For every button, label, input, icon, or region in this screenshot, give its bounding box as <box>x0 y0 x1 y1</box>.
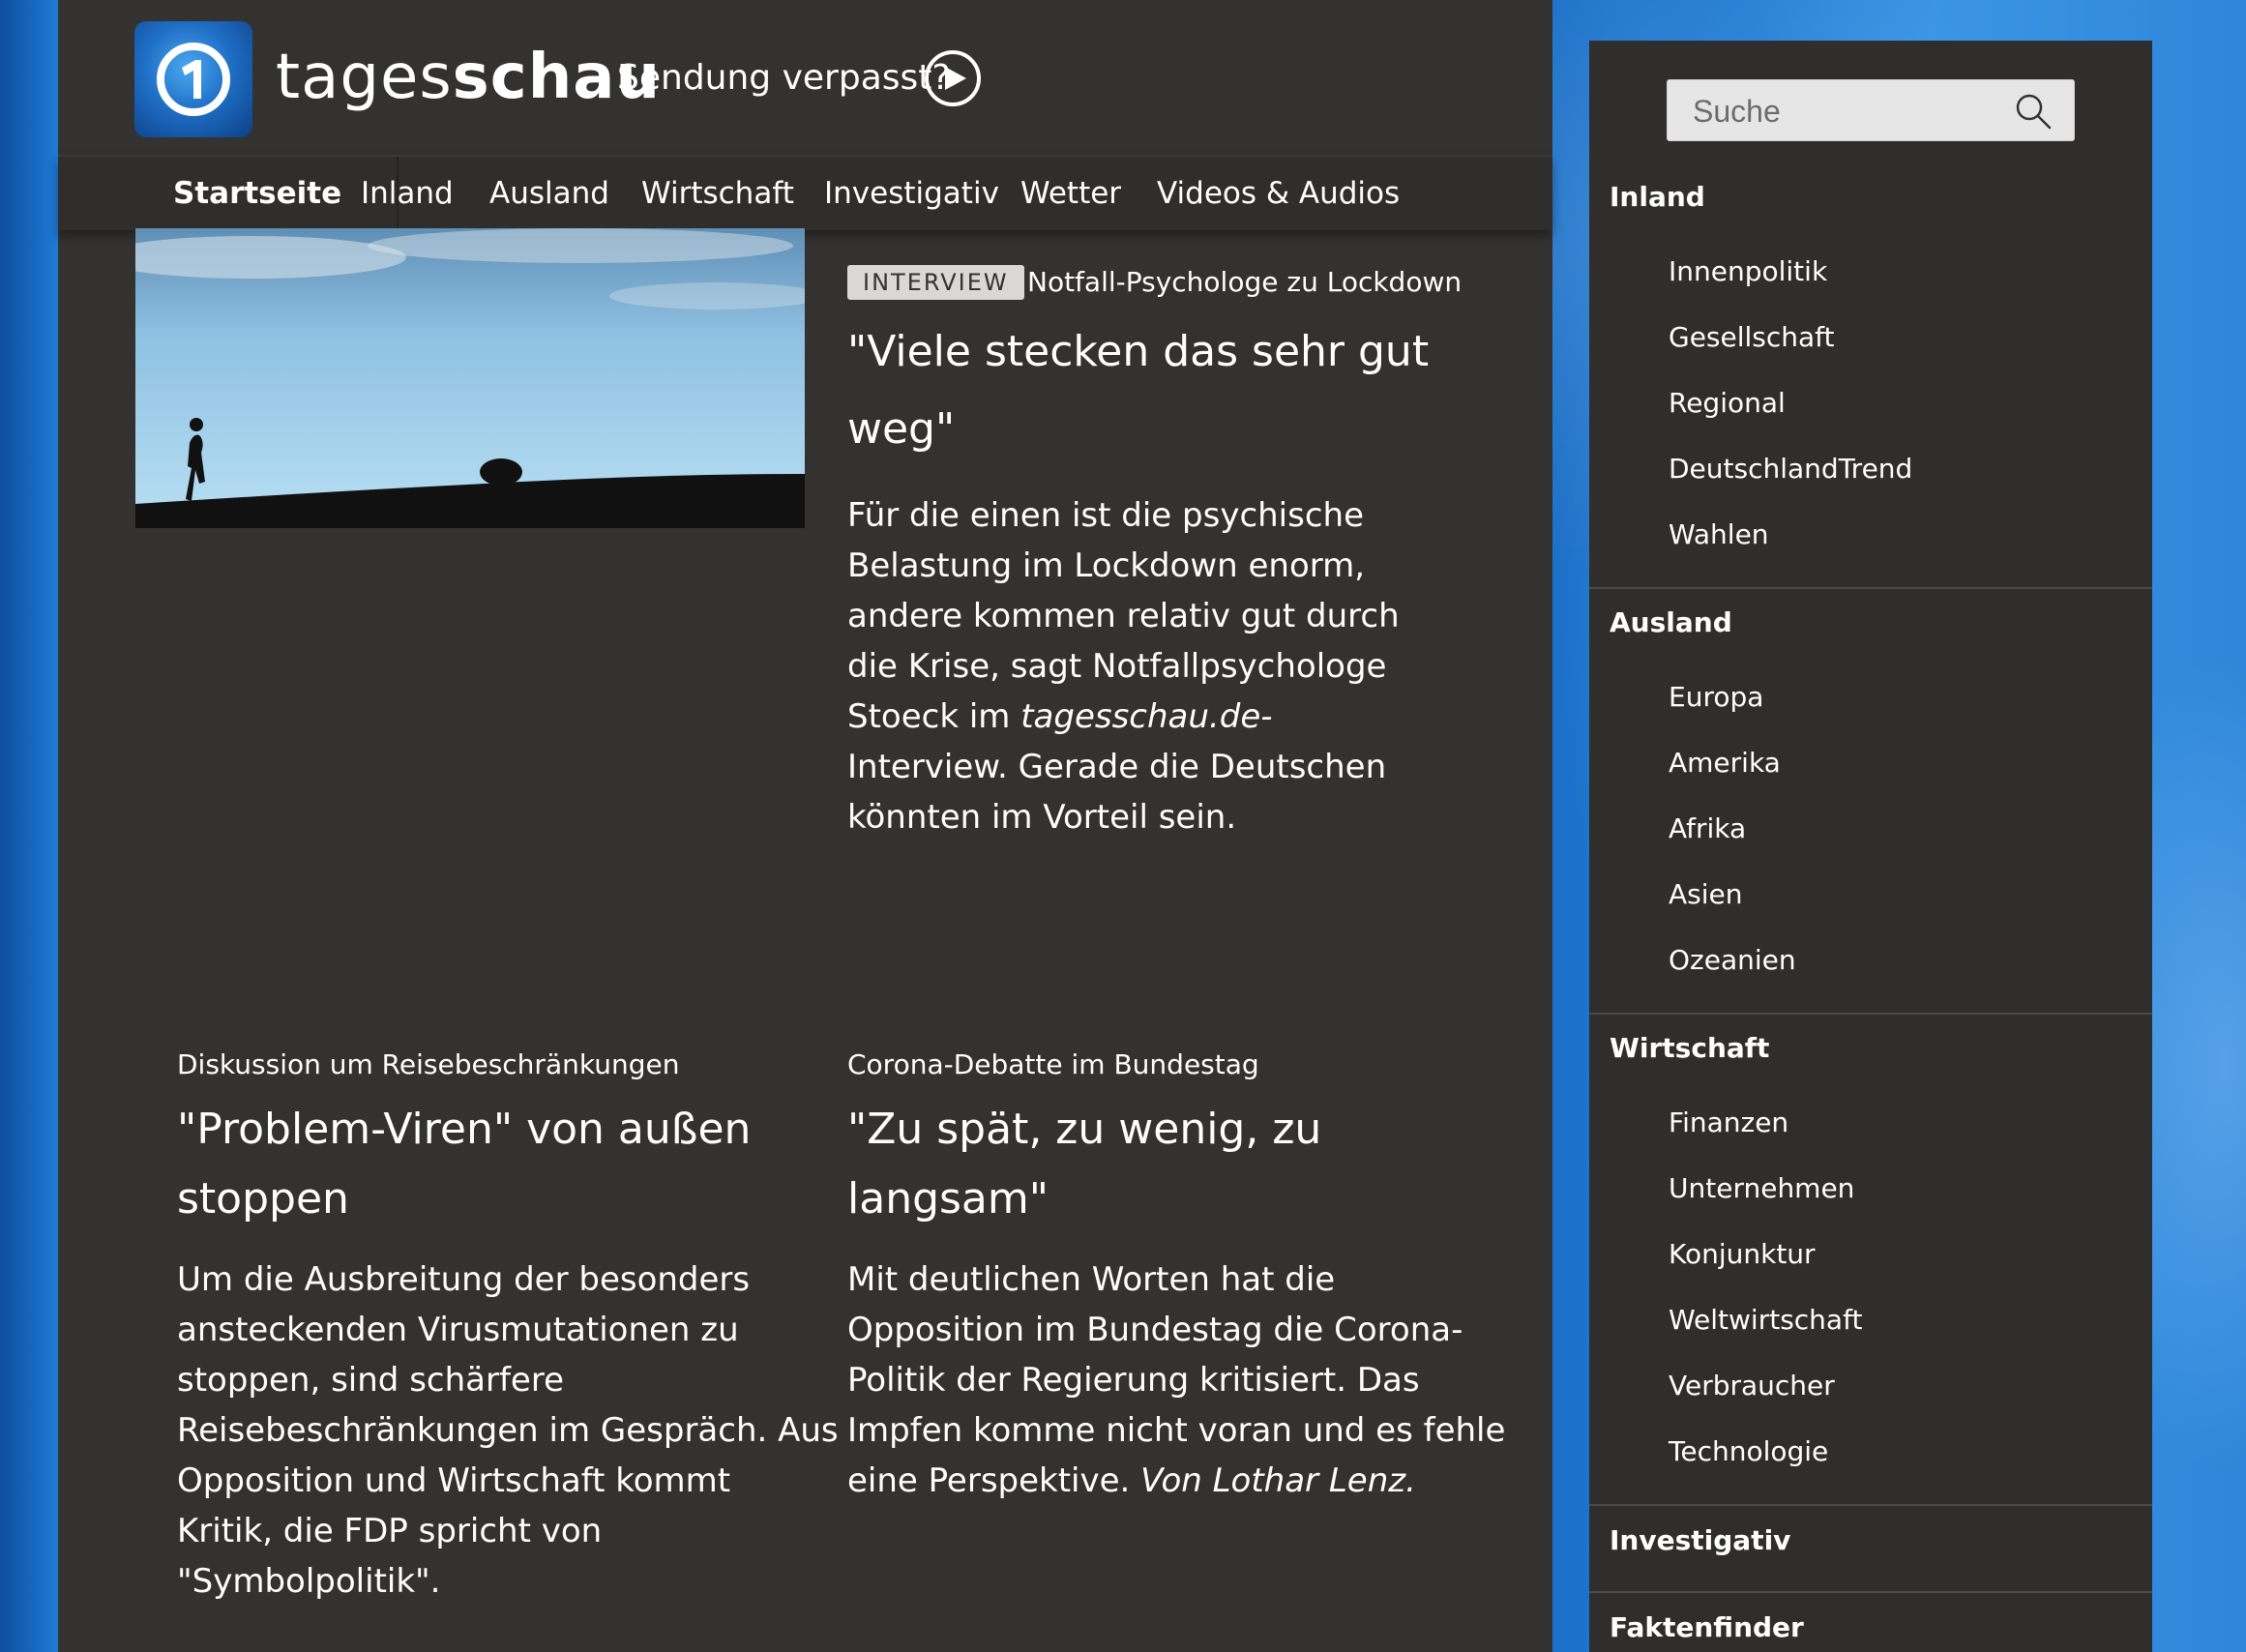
sidebar-item-gesellschaft[interactable]: Gesellschaft <box>1669 321 1835 353</box>
sidebar-item-innenpolitik[interactable]: Innenpolitik <box>1669 255 1827 287</box>
right-teaser-line: eine Perspektive. Von Lothar Lenz. <box>847 1456 1505 1506</box>
hero-teaser-line: andere kommen relativ gut durch <box>847 597 1400 635</box>
sidebar-item-wahlen[interactable]: Wahlen <box>1669 518 1769 550</box>
sidebar-item-konjunktur[interactable]: Konjunktur <box>1669 1238 1816 1270</box>
hero-headline-line-1[interactable]: "Viele stecken das sehr gut <box>847 313 1429 391</box>
sidebar-item-technologie[interactable]: Technologie <box>1669 1435 1828 1467</box>
left-teaser-line: Um die Ausbreitung der besonders <box>177 1260 751 1299</box>
right-article-topline: Corona-Debatte im Bundestag <box>847 1048 1259 1080</box>
brand-regular: tages <box>276 42 453 113</box>
sidebar-item-finanzen[interactable]: Finanzen <box>1669 1106 1788 1138</box>
nav-item-startseite[interactable]: Startseite <box>173 157 341 230</box>
play-button[interactable] <box>925 50 981 106</box>
sidebar-section-faktenfinder[interactable]: Faktenfinder <box>1610 1611 1804 1643</box>
hero-topline: Notfall-Psychologe zu Lockdown <box>1027 266 1463 298</box>
left-teaser-line: ansteckenden Virusmutationen zu <box>177 1311 739 1349</box>
search-icon[interactable] <box>2014 92 2053 131</box>
nav-item-wirtschaft[interactable]: Wirtschaft <box>641 157 794 230</box>
nav-item-wetter[interactable]: Wetter <box>1020 157 1121 230</box>
left-teaser-line: "Symbolpolitik". <box>177 1562 441 1601</box>
hero-teaser-line: Interview. Gerade die Deutschen <box>847 748 1387 786</box>
search-box <box>1667 79 2075 142</box>
sidebar-item-europa[interactable]: Europa <box>1669 681 1763 713</box>
right-teaser-line: Politik der Regierung kritisiert. Das <box>847 1361 1420 1400</box>
sidebar-item-verbraucher[interactable]: Verbraucher <box>1669 1370 1835 1401</box>
sidebar-section-ausland[interactable]: Ausland <box>1610 606 1732 638</box>
hero-headline-line-2[interactable]: weg" <box>847 391 955 468</box>
right-teaser-text: eine Perspektive. <box>847 1461 1141 1500</box>
right-teaser-line: Mit deutlichen Worten hat die <box>847 1260 1336 1299</box>
hero-teaser-text: Stoeck im <box>847 697 1021 736</box>
right-article-teaser: Mit deutlichen Worten hat die Opposition… <box>847 1254 1505 1506</box>
hero-teaser: Für die einen ist die psychische Belastu… <box>847 490 1400 842</box>
sidebar-item-asien[interactable]: Asien <box>1669 878 1743 910</box>
interview-tag: INTERVIEW <box>847 265 1024 300</box>
hero-teaser-line: könnten im Vorteil sein. <box>847 798 1237 837</box>
sidebar-item-ozeanien[interactable]: Ozeanien <box>1669 944 1796 976</box>
ard-one-icon <box>157 43 230 116</box>
play-icon <box>944 67 966 90</box>
sidebar-section-inland[interactable]: Inland <box>1610 181 1705 213</box>
sidebar-item-deutschlandtrend[interactable]: DeutschlandTrend <box>1669 453 1912 485</box>
hero-teaser-italic: tagesschau.de- <box>1020 697 1273 736</box>
sidebar-divider <box>1589 587 2152 589</box>
hero-image[interactable] <box>135 228 805 528</box>
sidebar-section-investigativ[interactable]: Investigativ <box>1610 1524 1790 1556</box>
sidebar-divider <box>1589 1504 2152 1506</box>
hero-teaser-line: Belastung im Lockdown enorm, <box>847 546 1366 585</box>
missed-broadcast-link[interactable]: Sendung verpasst? <box>617 54 951 103</box>
left-article-headline-line-2[interactable]: stoppen <box>177 1161 349 1238</box>
left-teaser-line: Reisebeschränkungen im Gespräch. Aus <box>177 1411 839 1450</box>
left-teaser-line: stoppen, sind schärfere <box>177 1361 564 1400</box>
hero-teaser-line: Stoeck im tagesschau.de- <box>847 692 1400 742</box>
left-article-topline: Diskussion um Reisebeschränkungen <box>177 1048 680 1080</box>
left-article-teaser: Um die Ausbreitung der besonders ansteck… <box>177 1254 839 1607</box>
left-teaser-line: Kritik, die FDP spricht von <box>177 1512 603 1550</box>
sidebar-item-afrika[interactable]: Afrika <box>1669 812 1746 844</box>
left-article-headline-line-1[interactable]: "Problem-Viren" von außen <box>177 1091 751 1168</box>
nav-item-videos-audios[interactable]: Videos & Audios <box>1157 157 1400 230</box>
sidebar-item-regional[interactable]: Regional <box>1669 387 1786 419</box>
nav-item-inland[interactable]: Inland <box>361 157 454 230</box>
hero-teaser-line: Für die einen ist die psychische <box>847 496 1365 535</box>
nav-item-investigativ[interactable]: Investigativ <box>824 157 999 230</box>
brand-wordmark[interactable]: tagesschau <box>276 39 661 116</box>
sidebar-divider <box>1589 1591 2152 1593</box>
right-teaser-author: Von Lothar Lenz. <box>1140 1461 1416 1500</box>
right-teaser-line: Impfen komme nicht voran und es fehle <box>847 1411 1506 1450</box>
ard-logo[interactable] <box>134 21 252 137</box>
left-teaser-line: Opposition und Wirtschaft kommt <box>177 1461 731 1500</box>
right-teaser-line: Opposition im Bundestag die Corona- <box>847 1311 1463 1349</box>
nav-item-ausland[interactable]: Ausland <box>489 157 609 230</box>
search-input[interactable] <box>1668 80 2024 142</box>
hero-teaser-line: die Krise, sagt Notfallpsychologe <box>847 647 1387 686</box>
sidebar-item-weltwirtschaft[interactable]: Weltwirtschaft <box>1669 1304 1862 1336</box>
sidebar-item-amerika[interactable]: Amerika <box>1669 747 1781 779</box>
sidebar-section-wirtschaft[interactable]: Wirtschaft <box>1610 1032 1769 1064</box>
sidebar-divider <box>1589 1013 2152 1015</box>
sidebar-item-unternehmen[interactable]: Unternehmen <box>1669 1172 1854 1204</box>
right-article-headline-line-1[interactable]: "Zu spät, zu wenig, zu <box>847 1091 1321 1168</box>
right-article-headline-line-2[interactable]: langsam" <box>847 1161 1049 1238</box>
